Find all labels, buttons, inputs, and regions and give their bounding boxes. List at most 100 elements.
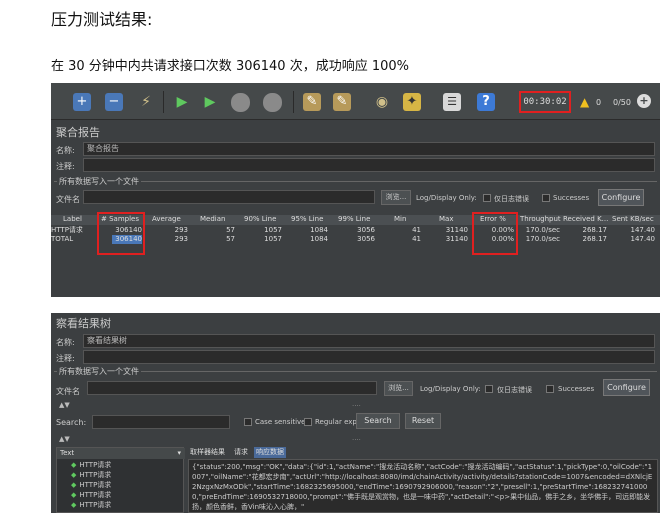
toolbar-divider	[163, 91, 164, 113]
table-cell: 57	[226, 226, 235, 234]
panel-title: 察看结果树	[56, 317, 111, 330]
tab-response-data[interactable]: 响应数据	[254, 447, 286, 458]
chevron-down-icon[interactable]: ▾	[177, 448, 181, 459]
warning-icon[interactable]: ▲	[580, 95, 589, 109]
tree-item[interactable]: ◆ HTTP请求	[71, 461, 111, 470]
reset-button[interactable]: Reset	[405, 413, 441, 429]
column-header[interactable]: Median	[200, 215, 225, 224]
tree-item[interactable]: ◆ HTTP请求	[71, 481, 111, 490]
column-header[interactable]: 90% Line	[244, 215, 276, 224]
help-icon[interactable]: ?	[477, 93, 495, 111]
results-tree-screenshot: 察看结果树 名称: 察看结果树 注释: 所有数据写入一个文件 文件名 浏览...…	[51, 313, 660, 513]
table-cell: 3056	[357, 235, 375, 243]
search-binoculars-icon[interactable]: ◉	[373, 93, 391, 111]
table-cell: 1057	[264, 235, 282, 243]
column-header[interactable]: Received K...	[563, 215, 608, 224]
table-cell: 41	[412, 235, 421, 243]
splitter-handle[interactable]: ····	[352, 402, 361, 410]
table-cell: 31140	[445, 226, 468, 234]
error-highlight	[472, 212, 518, 255]
tree-item[interactable]: ◆ HTTP请求	[71, 501, 111, 510]
successes-checkbox[interactable]	[542, 194, 550, 202]
table-cell: 268.17	[582, 226, 608, 234]
clear-all-icon[interactable]: ✎	[333, 93, 351, 111]
table-cell: 170.0/sec	[525, 226, 560, 234]
success-shield-icon: ◆	[71, 481, 77, 489]
configure-button[interactable]: Configure	[598, 189, 644, 206]
page-title: 压力测试结果:	[51, 10, 153, 29]
function-helper-icon[interactable]: ☰	[443, 93, 461, 111]
reset-search-icon[interactable]: ✦	[403, 93, 421, 111]
tab-request[interactable]: 请求	[232, 447, 250, 458]
table-cell: 293	[174, 235, 188, 243]
table-cell: 293	[174, 226, 188, 234]
column-header[interactable]: 95% Line	[291, 215, 323, 224]
success-shield-icon: ◆	[71, 461, 77, 469]
regex-label: Regular exp.	[315, 418, 360, 426]
table-cell: 3056	[357, 226, 375, 234]
case-sensitive-label: Case sensitive	[255, 418, 306, 426]
comment-field[interactable]	[83, 350, 655, 364]
search-button[interactable]: Search	[356, 413, 400, 429]
tab-sampler-result[interactable]: 取样器结果	[188, 447, 227, 458]
name-field[interactable]: 聚合报告	[83, 142, 655, 156]
response-data-text[interactable]: {"status":200,"msg":"OK","data":{"id":1,…	[188, 459, 658, 513]
table-cell: 147.40	[630, 235, 656, 243]
configure-button[interactable]: Configure	[603, 379, 650, 396]
elapsed-timer: 00:30:02	[519, 91, 571, 113]
table-cell: 57	[226, 235, 235, 243]
successes-label: Successes	[558, 385, 595, 393]
case-sensitive-checkbox[interactable]	[244, 418, 252, 426]
collapse-arrows-icon[interactable]: ▲▼	[59, 401, 70, 409]
shutdown-icon[interactable]	[263, 93, 282, 112]
start-no-pause-icon[interactable]: ▶	[201, 93, 219, 111]
table-cell: 170.0/sec	[525, 235, 560, 243]
tree-item-label: HTTP请求	[79, 501, 112, 509]
panel-title: 聚合报告	[56, 126, 100, 139]
errors-only-checkbox[interactable]	[483, 194, 491, 202]
table-cell: 1057	[264, 226, 282, 234]
table-cell: TOTAL	[51, 235, 74, 243]
collapse-arrows-icon[interactable]: ▲▼	[59, 435, 70, 443]
column-header[interactable]: Throughput	[520, 215, 561, 224]
tree-item[interactable]: ◆ HTTP请求	[71, 491, 111, 500]
name-field[interactable]: 察看结果树	[83, 334, 655, 348]
stop-icon[interactable]	[231, 93, 250, 112]
column-header[interactable]: Min	[394, 215, 406, 224]
remove-icon[interactable]: −	[105, 93, 123, 111]
errors-only-checkbox[interactable]	[485, 385, 493, 393]
warning-count: 0	[596, 98, 602, 107]
errors-only-label: 仅日志错误	[494, 195, 529, 203]
toggle-icon[interactable]: ⚡	[137, 93, 155, 111]
successes-checkbox[interactable]	[546, 385, 554, 393]
renderer-select[interactable]: Text ▾	[57, 448, 185, 459]
log-display-label: Log/Display Only:	[416, 194, 477, 202]
column-header[interactable]: Max	[439, 215, 453, 224]
browse-button[interactable]: 浏览...	[384, 381, 413, 396]
remote-icon[interactable]: +	[637, 94, 651, 108]
file-field[interactable]	[87, 381, 377, 395]
column-header[interactable]: 99% Line	[338, 215, 370, 224]
search-bar: Search: Case sensitive Regular exp. Sear…	[51, 411, 660, 435]
table-cell: 268.17	[582, 235, 608, 243]
aggregate-report-screenshot: + − ⚡ ▶ ▶ ✎ ✎ ◉ ✦ ☰ ? 00:30:02 ▲ 0 0/50 …	[51, 83, 660, 297]
group-border	[54, 181, 657, 182]
group-title: 所有数据写入一个文件	[57, 176, 141, 187]
samples-highlight	[97, 212, 145, 255]
column-header[interactable]: Average	[152, 215, 181, 224]
name-label: 名称:	[56, 338, 75, 347]
table-cell: 1084	[310, 226, 328, 234]
column-header[interactable]: Label	[63, 215, 82, 224]
start-icon[interactable]: ▶	[173, 93, 191, 111]
search-input[interactable]	[92, 415, 230, 429]
tree-item[interactable]: ◆ HTTP请求	[71, 471, 111, 480]
file-field[interactable]	[83, 190, 375, 204]
regex-checkbox[interactable]	[304, 418, 312, 426]
browse-button[interactable]: 浏览...	[381, 190, 411, 205]
splitter-handle[interactable]: ····	[352, 436, 361, 444]
add-icon[interactable]: +	[73, 93, 91, 111]
results-tree: Text ▾ ◆ HTTP请求 ◆ HTTP请求 ◆ HTTP请求 ◆ HTTP请求 ◆…	[56, 447, 185, 513]
comment-field[interactable]	[83, 158, 655, 172]
clear-icon[interactable]: ✎	[303, 93, 321, 111]
column-header[interactable]: Sent KB/sec	[612, 215, 654, 224]
